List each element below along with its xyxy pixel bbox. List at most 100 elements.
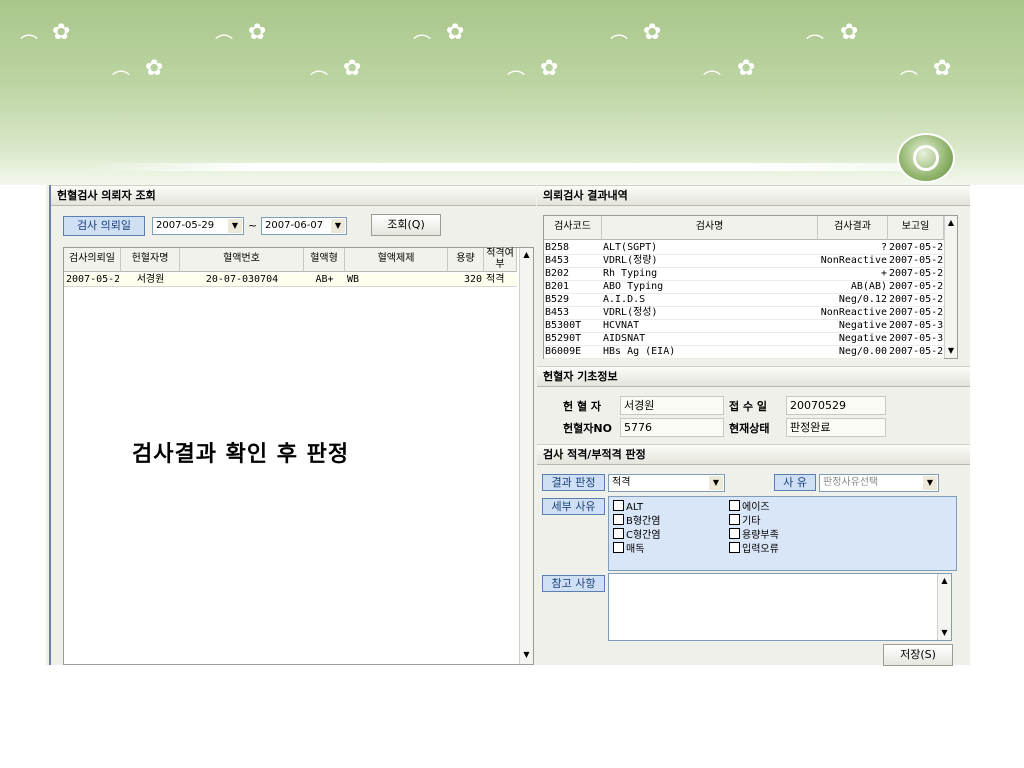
to-date-combo[interactable]: 2007-06-07 ▼ [261, 217, 347, 235]
donor-column-header[interactable]: 검사의뢰일 [64, 248, 121, 272]
chevron-down-icon[interactable]: ▼ [228, 219, 242, 233]
flower-decoration-icon: ✿ [643, 20, 662, 45]
table-row[interactable]: B6009E HBs Ag (EIA) Neg/0.00 2007-05-2 [544, 345, 944, 359]
checkbox-icon[interactable] [729, 514, 740, 525]
table-cell: 2007-05-2 [889, 281, 943, 292]
scroll-up-icon[interactable]: ▲ [520, 248, 533, 262]
from-date-combo[interactable]: 2007-05-29 ▼ [152, 217, 244, 235]
detail-reason-checkbox[interactable]: 매독 [613, 542, 644, 556]
donor-column-header[interactable]: 혈액형 [304, 248, 345, 272]
swoosh-decoration-icon: ⌒ [310, 70, 328, 91]
table-cell: B529 [545, 294, 570, 305]
save-button[interactable]: 저장(S) [883, 644, 953, 666]
detail-reason-checkbox[interactable]: ALT [613, 500, 643, 514]
table-cell: WB [347, 274, 360, 285]
table-row[interactable]: B5290T AIDSNAT Negative 2007-05-3 [544, 332, 944, 346]
to-date-value: 2007-06-07 [265, 220, 324, 231]
checkbox-label: ALT [626, 502, 644, 513]
table-cell: VDRL(정량) [603, 255, 658, 266]
table-cell: B5290T [545, 333, 582, 344]
table-cell: 2007-05-2 [889, 255, 943, 266]
scroll-up-icon[interactable]: ▲ [938, 574, 951, 588]
table-cell: + [880, 268, 887, 279]
search-button[interactable]: 조회(Q) [371, 214, 441, 236]
table-cell: B202 [545, 268, 570, 279]
reason-label: 사 유 [774, 474, 816, 491]
table-cell: 320 [463, 274, 482, 285]
checkbox-icon[interactable] [729, 500, 740, 511]
table-cell: ALT(SGPT) [603, 242, 658, 253]
flower-decoration-icon: ✿ [446, 20, 465, 45]
request-date-label: 검사 의뢰일 [63, 216, 145, 236]
result-judgement-label: 결과 판정 [542, 474, 605, 491]
table-cell: B201 [545, 281, 570, 292]
caption-text: 검사결과 확인 후 판정 [132, 442, 350, 467]
table-row[interactable]: B258 ALT(SGPT)? 2007-05-2 [544, 241, 944, 255]
result-judgement-combo[interactable]: 적격 ▼ [608, 474, 725, 492]
table-row[interactable]: B453 VDRL(정량) NonReactive 2007-05-2 [544, 254, 944, 268]
table-cell: 2007-05-2 [889, 307, 943, 318]
status-label: 현재상태 [729, 422, 770, 435]
checkbox-icon[interactable] [613, 500, 624, 511]
reason-combo[interactable]: 판정사유선택 ▼ [819, 474, 939, 492]
table-cell: 2007-05-29 [66, 274, 119, 285]
table-cell: ABO Typing [603, 281, 664, 292]
scroll-down-icon[interactable]: ▼ [938, 626, 951, 640]
detail-reason-label: 세부 사유 [542, 498, 605, 515]
detail-reason-checkbox[interactable]: 기타 [729, 514, 760, 528]
chevron-down-icon[interactable]: ▼ [709, 476, 723, 490]
donor-column-header[interactable]: 헌혈자명 [121, 248, 180, 272]
results-column-header[interactable]: 검사결과 [818, 216, 888, 240]
donor-name-label: 헌 혈 자 [563, 400, 602, 413]
right-panel: 의뢰검사 결과내역 검사코드 검사명 검사결과 보고일 B258 ALT(SGPT)? 2… [537, 185, 970, 666]
donor-column-header[interactable]: 혈액제제 [345, 248, 448, 272]
checkbox-label: 기타 [742, 516, 761, 527]
header-banner: ✿ ✿ ✿ ✿ ✿ ✿ ✿ ✿ ✿ ✿ ⌒ ⌒ ⌒ ⌒ ⌒ ⌒ ⌒ ⌒ ⌒ ⌒ [0, 0, 1024, 185]
table-cell: B453 [545, 255, 570, 266]
checkbox-icon[interactable] [613, 542, 624, 553]
table-cell: AB(AB) [850, 281, 887, 292]
table-row[interactable]: 2007-05-29 서경원 20-07-030704 AB+ WB 320 적격 [64, 273, 517, 287]
chevron-down-icon[interactable]: ▼ [331, 219, 345, 233]
donor-table-scrollbar[interactable]: ▲ ▼ [519, 248, 533, 664]
checkbox-icon[interactable] [613, 528, 624, 539]
detail-reason-checkbox[interactable]: B형간염 [613, 514, 660, 528]
checkbox-icon[interactable] [729, 528, 740, 539]
results-column-header[interactable]: 검사코드 [544, 216, 602, 240]
flower-decoration-icon: ✿ [840, 20, 859, 45]
detail-reason-checkbox[interactable]: 용량부족 [729, 528, 779, 542]
detail-reason-checkbox[interactable]: 에이즈 [729, 500, 770, 514]
table-cell: 20-07-030704 [205, 274, 279, 285]
results-column-header[interactable]: 검사명 [602, 216, 818, 240]
donor-column-header[interactable]: 적격여부 [484, 248, 517, 272]
table-cell: ? [880, 242, 887, 253]
table-row[interactable]: B5300T HCVNAT Negative 2007-05-3 [544, 319, 944, 333]
swoosh-decoration-icon: ⌒ [900, 70, 918, 91]
detail-reason-checkbox[interactable]: C형간염 [613, 528, 661, 542]
donor-column-header[interactable]: 혈액번호 [180, 248, 304, 272]
results-table: 검사코드 검사명 검사결과 보고일 B258 ALT(SGPT)? 2007-05-2 B4… [543, 215, 958, 359]
table-cell: Neg/0.00 [838, 346, 887, 357]
results-table-scrollbar[interactable]: ▲ ▼ [944, 216, 957, 358]
results-column-header[interactable]: 보고일 [888, 216, 944, 240]
table-cell: NonReactive [820, 255, 887, 266]
checkbox-icon[interactable] [729, 542, 740, 553]
donor-column-header[interactable]: 용량 [448, 248, 484, 272]
note-textarea[interactable]: ▲ ▼ [608, 573, 952, 641]
scroll-down-icon[interactable]: ▼ [520, 648, 533, 662]
table-row[interactable]: B453 VDRL(정성) NonReactive 2007-05-2 [544, 306, 944, 320]
scroll-down-icon[interactable]: ▼ [945, 344, 957, 358]
table-row[interactable]: B202 Rh Typing +2007-05-2 [544, 267, 944, 281]
table-cell: B6009E [545, 346, 582, 357]
note-scrollbar[interactable]: ▲ ▼ [937, 574, 951, 640]
detail-reason-checkbox[interactable]: 입력오류 [729, 542, 779, 556]
checkbox-icon[interactable] [613, 514, 624, 525]
scroll-up-icon[interactable]: ▲ [945, 216, 957, 230]
checkbox-label: 입력오류 [742, 544, 779, 555]
table-cell: VDRL(정성) [603, 307, 658, 318]
table-row[interactable]: B201 ABO Typing AB(AB) 2007-05-2 [544, 280, 944, 294]
table-row[interactable]: B529 A.I.D.S Neg/0.12 2007-05-2 [544, 293, 944, 307]
donor-query-panel: 헌혈검사 의뢰자 조회 검사 의뢰일 2007-05-29 ▼ ~ 2007-0… [49, 185, 536, 665]
chevron-down-icon[interactable]: ▼ [923, 476, 937, 490]
flower-decoration-icon: ✿ [933, 56, 952, 81]
